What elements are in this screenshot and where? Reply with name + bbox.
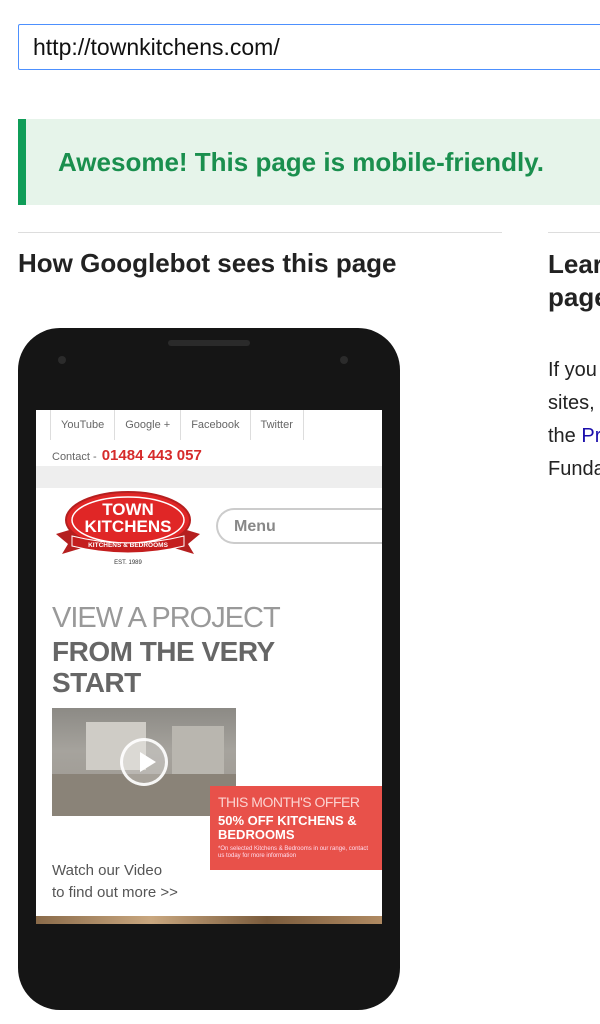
monthly-offer-box[interactable]: THIS MONTH'S OFFER 50% OFF KITCHENS & BE… (210, 786, 382, 870)
phone-frame: YouTube Google + Facebook Twitter Contac… (18, 328, 400, 1010)
phone-speaker (168, 340, 250, 346)
section-divider-right (548, 232, 600, 233)
town-kitchens-logo[interactable]: TOWN KITCHENS KITCHENS & BEDROOMS EST. 1… (48, 488, 208, 568)
watch-video-link[interactable]: Watch our Video to find out more >> (52, 860, 178, 904)
video-thumbnail[interactable] (52, 708, 236, 816)
phone-screen: YouTube Google + Facebook Twitter Contac… (36, 410, 382, 924)
offer-main-text: 50% OFF KITCHENS & BEDROOMS (218, 813, 357, 842)
social-link-facebook[interactable]: Facebook (181, 410, 251, 440)
section-divider-left (18, 232, 502, 233)
view-project-title: VIEW A PROJECT (52, 602, 281, 634)
menu-label: Menu (234, 518, 276, 535)
url-bar[interactable] (18, 24, 600, 70)
social-links: YouTube Google + Facebook Twitter (50, 410, 304, 440)
phone-camera (340, 356, 348, 364)
banner-text: Awesome! This page is mobile-friendly. (58, 147, 544, 177)
mobile-friendly-banner: Awesome! This page is mobile-friendly. (18, 119, 600, 205)
learn-more-body: If you sites, the Pr Funda (548, 359, 600, 480)
learn-more-column: Lear page If you sites, the Pr Funda (548, 248, 600, 486)
logo-ribbon-text: KITCHENS & BEDROOMS (88, 542, 168, 549)
header-band (36, 466, 382, 488)
offer-label: THIS MONTH'S OFFER (218, 794, 360, 810)
learn-more-link[interactable]: Pr (581, 425, 600, 447)
from-the-very-start-title: FROM THE VERY START (52, 636, 275, 698)
social-link-twitter[interactable]: Twitter (251, 410, 304, 440)
section-heading: How Googlebot sees this page (18, 248, 397, 278)
contact-phone[interactable]: 01484 443 057 (102, 447, 202, 464)
offer-small-print: *On selected Kitchens & Bedrooms in our … (218, 846, 369, 859)
social-link-youtube[interactable]: YouTube (50, 410, 116, 440)
play-icon[interactable] (120, 738, 168, 786)
logo-text-kitchens: KITCHENS (85, 517, 172, 536)
contact-line: Contact - 01484 443 057 (52, 447, 202, 464)
learn-more-title: Lear page (548, 249, 600, 312)
url-input[interactable] (19, 25, 600, 69)
menu-button[interactable]: Menu (216, 508, 382, 544)
social-link-google-plus[interactable]: Google + (115, 410, 182, 440)
contact-label: Contact - (52, 451, 97, 463)
logo-est-text: EST. 1989 (114, 560, 142, 566)
phone-sensor (58, 356, 66, 364)
bottom-image-strip (36, 916, 382, 924)
